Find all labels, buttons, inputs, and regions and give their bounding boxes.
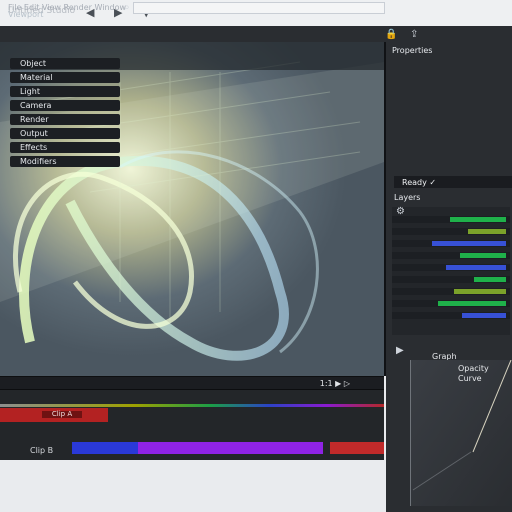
layer-track[interactable]	[392, 240, 510, 247]
layer-track-bar	[454, 289, 506, 294]
menu-item[interactable]: Effects	[10, 142, 120, 153]
menu-item[interactable]: Light	[10, 86, 120, 97]
menu-item-label: Light	[20, 87, 40, 96]
share-icon[interactable]: ⇪	[410, 29, 418, 40]
menu-item-label: Modifiers	[20, 157, 57, 166]
graph-legend-1: Opacity	[458, 364, 489, 373]
play-icon[interactable]: ▶	[396, 345, 404, 356]
layer-track-bar	[468, 229, 506, 234]
clip-label: Clip B	[30, 446, 54, 455]
menu-item[interactable]: Render	[10, 114, 120, 125]
layer-track-bar	[450, 217, 506, 222]
clip-red-2[interactable]	[330, 442, 384, 454]
clip-blue[interactable]	[72, 442, 138, 454]
viewport-footer-label: 1:1 ▶ ▷	[319, 379, 350, 388]
clip-purple[interactable]	[138, 442, 323, 454]
lock-icon[interactable]: 🔒	[385, 29, 397, 40]
timeline-ruler	[0, 404, 384, 407]
menu-item-label: Camera	[20, 101, 52, 110]
menu-item[interactable]: Camera	[10, 100, 120, 111]
layer-track[interactable]	[392, 216, 510, 223]
layer-track[interactable]	[392, 312, 510, 319]
layer-track[interactable]	[392, 264, 510, 271]
menu-item-label: Material	[20, 73, 53, 82]
search-input[interactable]	[134, 3, 386, 13]
menu-item[interactable]: Material	[10, 72, 120, 83]
layer-track[interactable]	[392, 276, 510, 283]
menu-item[interactable]: Object	[10, 58, 120, 69]
menu-item-label: Render	[20, 115, 49, 124]
viewport-footer: 1:1 ▶ ▷	[0, 376, 384, 390]
layer-track-bar	[474, 277, 506, 282]
layer-track[interactable]	[392, 228, 510, 235]
layer-track[interactable]	[392, 252, 510, 259]
layer-track-bar	[460, 253, 506, 258]
layer-track-bar	[432, 241, 506, 246]
gear-icon[interactable]: ⚙	[396, 206, 405, 217]
status-bar: Ready ✓	[394, 176, 512, 188]
search-icon: ⌕	[124, 2, 130, 13]
viewport-tab[interactable]: Viewport	[8, 10, 43, 19]
properties-header: Properties	[392, 46, 433, 55]
layer-track-bar	[438, 301, 506, 306]
menu-item-label: Effects	[20, 143, 48, 152]
menu-item-label: Output	[20, 129, 48, 138]
layer-track-bar	[446, 265, 506, 270]
clip-red-label: Clip A	[42, 411, 82, 418]
graph-legend-2: Curve	[458, 374, 482, 383]
menu-item-label: Object	[20, 59, 47, 68]
menu-item[interactable]: Output	[10, 128, 120, 139]
search-field[interactable]: ⌕	[124, 2, 386, 14]
top-toolbar	[0, 26, 512, 43]
menu-item[interactable]: Modifiers	[10, 156, 120, 167]
status-text: Ready ✓	[402, 178, 437, 187]
layers-header: Layers	[394, 193, 421, 202]
layer-track[interactable]	[392, 300, 510, 307]
layer-track-bar	[462, 313, 506, 318]
layer-track[interactable]	[392, 288, 510, 295]
